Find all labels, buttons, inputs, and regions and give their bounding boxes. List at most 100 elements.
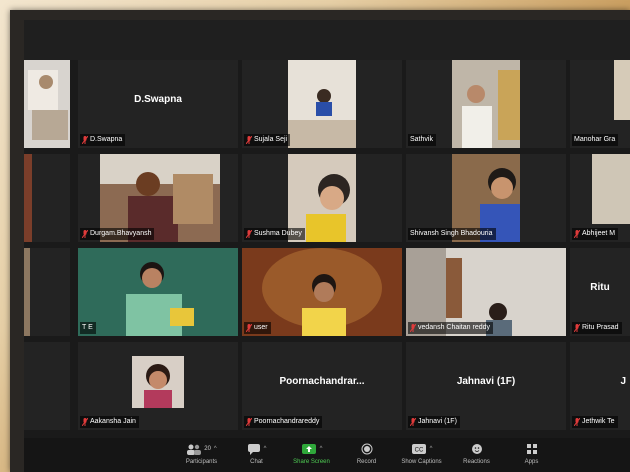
participant-label: Jahnavi (1F) <box>408 416 460 428</box>
participants-icon <box>187 444 202 455</box>
chevron-up-icon[interactable]: ^ <box>264 446 267 452</box>
participant-label: Shivansh Singh Bhadouria <box>408 228 496 240</box>
participant-label: Sushma Dubey <box>244 228 305 240</box>
participant-label: Jethwik Te <box>572 416 618 428</box>
video-tile-partial[interactable]: Manohar Gra <box>570 60 630 148</box>
participant-video <box>24 60 70 148</box>
video-tile[interactable]: D.Swapna D.Swapna <box>78 60 238 148</box>
mic-muted-icon <box>410 324 416 332</box>
participant-label-text: Shivansh Singh Bhadouria <box>410 230 493 237</box>
mic-muted-icon <box>246 324 252 332</box>
apps-label: Apps <box>524 459 539 465</box>
participant-name-center: J <box>620 376 626 387</box>
participant-name-center: Jahnavi (1F) <box>456 376 516 387</box>
participant-label-text: T E <box>82 324 93 331</box>
video-tile-active-speaker[interactable]: T E <box>78 248 238 336</box>
participant-video <box>24 248 70 336</box>
show-captions-button[interactable]: CC ^ Show Captions <box>394 438 449 472</box>
participant-label: Aakansha Jain <box>80 416 139 428</box>
video-tile[interactable]: user <box>242 248 402 336</box>
chevron-up-icon[interactable]: ^ <box>214 446 217 452</box>
participant-label-text: vedansh Chaitan reddy <box>418 324 490 331</box>
participant-name-center: D.Swapna <box>134 94 182 105</box>
share-screen-icon <box>301 444 316 454</box>
video-tile-partial[interactable]: Abhijeet M <box>570 154 630 242</box>
mic-muted-icon <box>410 418 416 426</box>
participant-label-text: Aakansha Jain <box>90 418 136 425</box>
participant-name-center: Ritu <box>590 282 610 293</box>
show-captions-label: Show Captions <box>401 459 442 465</box>
share-screen-button[interactable]: ^ Share Screen <box>284 438 339 472</box>
mic-muted-icon <box>82 418 88 426</box>
participant-label-text: Manohar Gra <box>574 136 616 143</box>
video-tile[interactable]: Sushma Dubey <box>242 154 402 242</box>
participant-name-center: Poornachandrar... <box>279 376 365 387</box>
video-tile[interactable]: Shivansh Singh Bhadouria <box>406 154 566 242</box>
chevron-up-icon[interactable]: ^ <box>320 446 323 452</box>
participant-label: vedansh Chaitan reddy <box>408 322 493 334</box>
captions-icon: CC <box>411 444 426 454</box>
mic-muted-icon <box>82 136 88 144</box>
participant-label-text: Jahnavi (1F) <box>418 418 457 425</box>
video-tile[interactable]: Jahnavi (1F) Jahnavi (1F) <box>406 342 566 430</box>
mic-muted-icon <box>574 324 580 332</box>
top-bar <box>24 20 630 60</box>
reactions-button[interactable]: Reactions <box>449 438 504 472</box>
participant-label: Sujala Seji <box>244 134 291 146</box>
mic-muted-icon <box>246 136 252 144</box>
participant-label-text: Abhijeet M <box>582 230 616 237</box>
participant-label: Poornachandrareddy <box>244 416 323 428</box>
captions-icon-text: CC <box>414 448 423 454</box>
meeting-toolbar: 20 ^ Participants ^ Chat ^ Share Screen … <box>24 438 630 472</box>
chevron-up-icon[interactable]: ^ <box>430 446 433 452</box>
participant-label: Durgam.Bhavyansh <box>80 228 155 240</box>
mic-muted-icon <box>246 418 252 426</box>
chat-button[interactable]: ^ Chat <box>229 438 284 472</box>
video-tile[interactable]: Durgam.Bhavyansh <box>78 154 238 242</box>
participants-label: Participants <box>185 459 218 465</box>
participant-label: Ritu Prasad <box>572 322 622 334</box>
video-tile[interactable]: Aakansha Jain <box>78 342 238 430</box>
chat-label: Chat <box>250 459 263 465</box>
video-tile-partial[interactable] <box>24 154 70 242</box>
video-tile-partial[interactable] <box>24 60 70 148</box>
participant-label: T E <box>80 322 96 334</box>
participant-label-text: D.Swapna <box>90 136 123 143</box>
participant-label: Sathvik <box>408 134 436 146</box>
share-screen-label: Share Screen <box>293 459 330 465</box>
video-tile-partial[interactable]: Ritu Ritu Prasad <box>570 248 630 336</box>
picture-frame: D.Swapna D.Swapna Sujala Seji Sathvik Ma… <box>10 10 630 472</box>
apps-button[interactable]: Apps <box>504 438 559 472</box>
video-tile[interactable]: Sathvik <box>406 60 566 148</box>
participant-label-text: Sujala Seji <box>254 136 288 143</box>
participant-video <box>24 154 70 242</box>
reactions-label: Reactions <box>463 459 490 465</box>
video-tile-partial[interactable] <box>24 248 70 336</box>
record-icon <box>361 443 372 455</box>
participant-label: Abhijeet M <box>572 228 619 240</box>
mic-muted-icon <box>82 230 88 238</box>
participants-count: 20 <box>204 446 211 452</box>
participant-label-text: Ritu Prasad <box>582 324 619 331</box>
participant-label: Manohar Gra <box>572 134 619 146</box>
participant-label-text: Durgam.Bhavyansh <box>90 230 152 237</box>
participant-label-text: Jethwik Te <box>582 418 615 425</box>
video-tile-partial[interactable] <box>24 342 70 430</box>
participants-button[interactable]: 20 ^ Participants <box>174 438 229 472</box>
zoom-meeting-window: D.Swapna D.Swapna Sujala Seji Sathvik Ma… <box>24 20 630 472</box>
participant-label: user <box>244 322 271 334</box>
participant-label-text: user <box>254 324 268 331</box>
reactions-icon <box>471 444 482 454</box>
apps-icon <box>526 444 537 454</box>
video-tile-partial[interactable]: J Jethwik Te <box>570 342 630 430</box>
record-label: Record <box>356 459 377 465</box>
mic-muted-icon <box>574 418 580 426</box>
participant-label-text: Sushma Dubey <box>254 230 302 237</box>
participant-label: D.Swapna <box>80 134 126 146</box>
record-button[interactable]: Record <box>339 438 394 472</box>
video-tile[interactable]: Sujala Seji <box>242 60 402 148</box>
participant-label-text: Poornachandrareddy <box>254 418 320 425</box>
video-tile[interactable]: Poornachandrar... Poornachandrareddy <box>242 342 402 430</box>
gallery-grid: D.Swapna D.Swapna Sujala Seji Sathvik Ma… <box>24 60 630 440</box>
video-tile[interactable]: vedansh Chaitan reddy <box>406 248 566 336</box>
